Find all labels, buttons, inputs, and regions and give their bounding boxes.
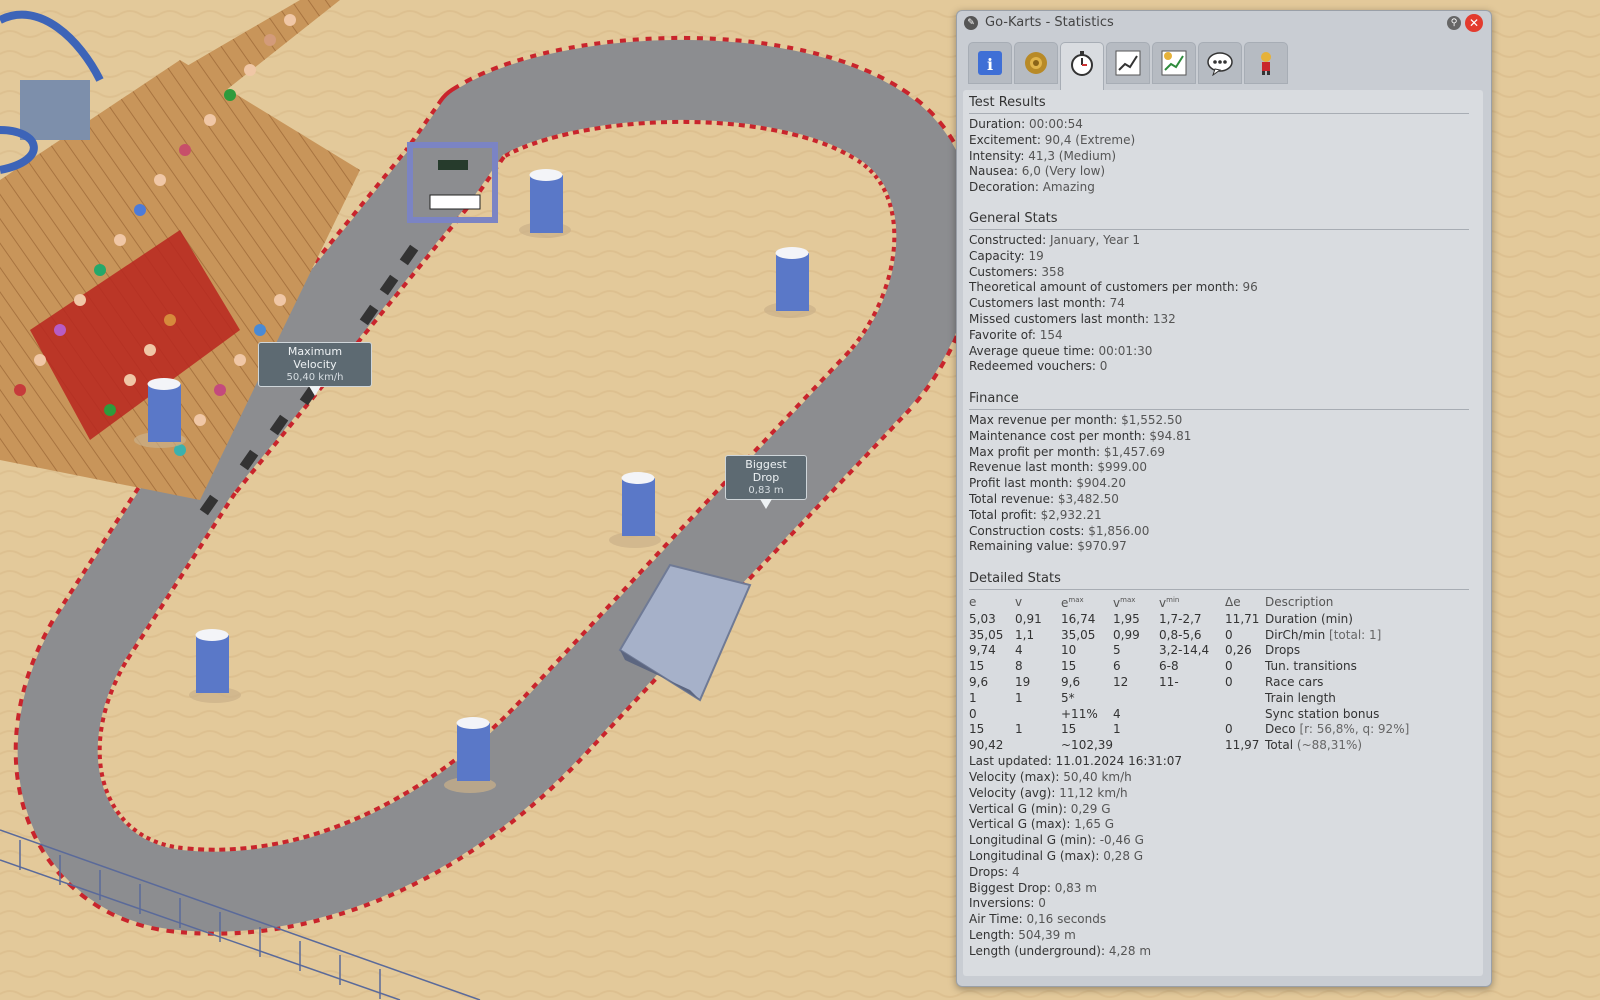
tab-finance-graph[interactable] <box>1152 42 1196 84</box>
column-header: v <box>1015 594 1023 609</box>
finance-graph-icon <box>1161 50 1187 76</box>
statistics-window[interactable]: ✎ Go-Karts - Statistics ⚲ ✕ i Test Resul… <box>956 10 1492 987</box>
finance-section: Finance Max revenue per month: $1,552.50… <box>969 390 1469 555</box>
stat-row: Longitudinal G (min): -0,46 G <box>969 833 1144 848</box>
table-row: 5,03 0,91 16,74 1,95 1,7-2,7 11,71 Duration (m… <box>969 611 1353 626</box>
pin-button[interactable]: ⚲ <box>1447 16 1461 30</box>
stat-row: Vertical G (min): 0,29 G <box>969 801 1111 816</box>
stat-row: Excitement: 90,4 (Extreme) <box>969 132 1136 147</box>
column-header: vmin <box>1159 596 1180 610</box>
stat-row: Vertical G (max): 1,65 G <box>969 817 1115 832</box>
tab-settings[interactable] <box>1014 42 1058 84</box>
staff-icon <box>1261 52 1271 75</box>
stat-row: Customers: 358 <box>969 264 1065 279</box>
column-header: Δe <box>1225 594 1241 609</box>
stat-row: Nausea: 6,0 (Very low) <box>969 164 1106 179</box>
tab-statistics[interactable] <box>1060 42 1104 91</box>
table-row: 9,6 19 9,6 12 11- 0 Race cars <box>969 674 1324 689</box>
last-updated-row: Last updated: 11.01.2024 16:31:07 <box>969 753 1183 768</box>
stat-row: Biggest Drop: 0,83 m <box>969 880 1097 895</box>
stat-row: Length (underground): 4,28 m <box>969 943 1152 958</box>
stat-row: Favorite of: 154 <box>969 327 1063 342</box>
column-header: vmax <box>1113 596 1136 610</box>
section-header: Finance <box>969 390 1469 410</box>
stat-row: Air Time: 0,16 seconds <box>969 912 1107 927</box>
stat-row: Missed customers last month: 132 <box>969 311 1176 326</box>
table-row: 15 1 15 1 0 Deco [r: 56,8%, q: 92%] <box>969 722 1410 737</box>
statistics-content[interactable]: Test Results Duration: 00:00:54 Exciteme… <box>963 90 1483 976</box>
table-row: 9,74 4 10 5 3,2-14,4 0,26 Drops <box>969 643 1301 658</box>
column-header: e <box>969 594 977 609</box>
column-header: Description <box>1265 594 1334 609</box>
stat-row: Average queue time: 00:01:30 <box>969 343 1153 358</box>
stat-row: Constructed: January, Year 1 <box>969 233 1140 247</box>
stopwatch-icon <box>1071 51 1093 76</box>
speech-bubble-icon <box>1207 52 1233 76</box>
max-velocity-marker[interactable]: Maximum Velocity 50,40 km/h <box>258 342 372 396</box>
window-titlebar[interactable]: ✎ Go-Karts - Statistics ⚲ ✕ <box>957 11 1491 35</box>
tab-staff[interactable] <box>1244 42 1288 84</box>
tab-info[interactable]: i <box>968 42 1012 84</box>
max-velocity-title: Maximum Velocity <box>287 345 343 371</box>
stat-row: Remaining value: $970.97 <box>969 539 1127 554</box>
stat-row: Maintenance cost per month: $94.81 <box>969 428 1192 443</box>
pencil-icon[interactable]: ✎ <box>964 16 978 30</box>
biggest-drop-title: Biggest Drop <box>745 458 787 484</box>
stat-row: Decoration: Amazing <box>969 180 1095 195</box>
test-results-section: Test Results Duration: 00:00:54 Exciteme… <box>969 94 1469 196</box>
window-title: Go-Karts - Statistics <box>985 15 1114 30</box>
tab-thoughts[interactable] <box>1198 42 1242 84</box>
stat-row: Revenue last month: $999.00 <box>969 460 1147 475</box>
gear-icon <box>1025 52 1047 74</box>
stat-row: Total revenue: $3,482.50 <box>969 491 1119 506</box>
stat-row: Inversions: 0 <box>969 896 1046 911</box>
stat-row: Construction costs: $1,856.00 <box>969 523 1150 538</box>
stat-row: Redeemed vouchers: 0 <box>969 359 1108 374</box>
stat-row: Total profit: $2,932.21 <box>969 507 1102 522</box>
close-button[interactable]: ✕ <box>1465 14 1483 32</box>
stat-row: Theoretical amount of customers per mont… <box>969 280 1258 295</box>
tab-graph[interactable] <box>1106 42 1150 84</box>
table-row: 35,05 1,1 35,05 0,99 0,8-5,6 0 DirCh/min [tota… <box>969 627 1382 642</box>
section-header: General Stats <box>969 210 1469 230</box>
stat-row: Profit last month: $904.20 <box>969 476 1127 491</box>
stat-row: Velocity (max): 50,40 km/h <box>969 770 1132 784</box>
general-stats-section: General Stats Constructed: January, Year… <box>969 210 1469 375</box>
stat-row: Intensity: 41,3 (Medium) <box>969 148 1117 163</box>
stat-row: Velocity (avg): 11,12 km/h <box>969 785 1128 800</box>
stat-row: Max revenue per month: $1,552.50 <box>969 413 1183 427</box>
stat-row: Max profit per month: $1,457.69 <box>969 444 1165 459</box>
graph-icon <box>1115 50 1141 76</box>
svg-text:i: i <box>987 55 993 74</box>
biggest-drop-value: 0,83 m <box>748 485 784 496</box>
stat-row: Length: 504,39 m <box>969 927 1076 942</box>
section-header: Test Results <box>969 94 1469 114</box>
table-row: 0 +11% 4 Sync station bonus <box>969 706 1380 721</box>
stat-row: Customers last month: 74 <box>969 296 1125 311</box>
stat-row: Duration: 00:00:54 <box>969 117 1083 131</box>
section-header: Detailed Stats <box>969 570 1469 590</box>
stat-row: Capacity: 19 <box>969 248 1044 263</box>
detailed-stats-section: Detailed Stats e v emax vmax vmin Δe Des… <box>969 570 1469 958</box>
table-header-row: e v emax vmax vmin Δe Description <box>969 593 1409 612</box>
max-velocity-value: 50,40 km/h <box>286 372 344 383</box>
detailed-stats-table: e v emax vmax vmin Δe Description 5,03 0,… <box>969 593 1409 770</box>
table-row: 90,42 ~102,39 11,97 Total (~88,31%) <box>969 738 1363 753</box>
biggest-drop-marker[interactable]: Biggest Drop 0,83 m <box>725 455 807 509</box>
info-icon: i <box>978 51 1002 75</box>
table-row: 1 1 5* Train length <box>969 690 1336 705</box>
column-header: emax <box>1061 596 1084 610</box>
stat-row: Longitudinal G (max): 0,28 G <box>969 848 1144 863</box>
table-row: 15 8 15 6 6-8 0 Tun. transitions <box>969 659 1357 674</box>
stat-row: Drops: 4 <box>969 864 1020 879</box>
